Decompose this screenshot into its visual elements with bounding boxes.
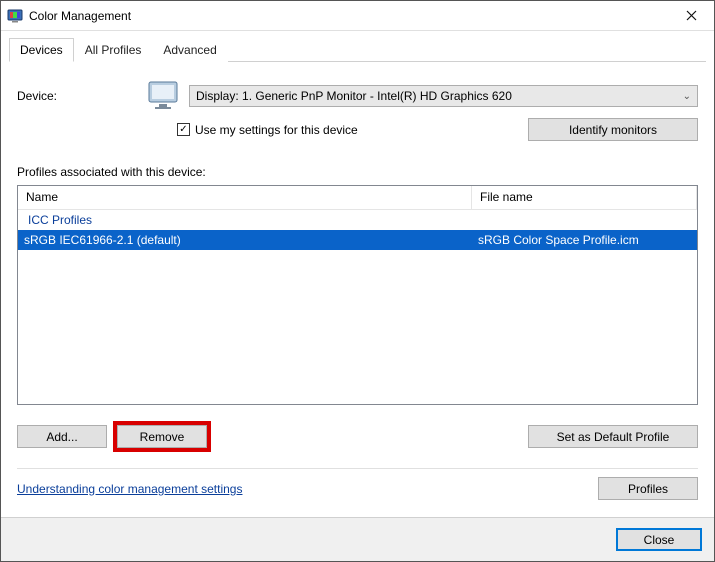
column-header-name[interactable]: Name (18, 186, 472, 209)
window-title: Color Management (29, 9, 668, 23)
close-icon[interactable] (668, 1, 714, 31)
profiles-listview[interactable]: Name File name ICC Profiles sRGB IEC6196… (17, 185, 698, 405)
tab-devices[interactable]: Devices (9, 38, 74, 62)
add-button[interactable]: Add... (17, 425, 107, 448)
set-default-profile-button[interactable]: Set as Default Profile (528, 425, 698, 448)
device-dropdown[interactable]: Display: 1. Generic PnP Monitor - Intel(… (189, 85, 698, 107)
monitor-icon (147, 80, 183, 112)
device-label: Device: (17, 89, 147, 103)
device-options-row: ✓ Use my settings for this device Identi… (17, 118, 698, 141)
chevron-down-icon: ⌄ (683, 91, 691, 102)
profiles-button[interactable]: Profiles (598, 477, 698, 500)
tabs-container: Devices All Profiles Advanced (1, 31, 714, 62)
remove-button[interactable]: Remove (117, 425, 207, 448)
dialog-footer: Close (1, 517, 714, 561)
use-my-settings-label: Use my settings for this device (195, 123, 358, 137)
app-icon (7, 8, 23, 24)
listview-header: Name File name (18, 186, 697, 210)
listview-group-icc: ICC Profiles (18, 210, 697, 230)
column-header-filename[interactable]: File name (472, 186, 697, 209)
profile-row[interactable]: sRGB IEC61966-2.1 (default) sRGB Color S… (18, 230, 697, 250)
color-management-window: Color Management Devices All Profiles Ad… (0, 0, 715, 562)
checkbox-icon: ✓ (177, 123, 190, 136)
tabs: Devices All Profiles Advanced (9, 37, 706, 62)
profile-filename: sRGB Color Space Profile.icm (472, 233, 697, 247)
close-button[interactable]: Close (616, 528, 702, 551)
profile-buttons-row: Add... Remove Set as Default Profile (17, 421, 698, 452)
tab-advanced[interactable]: Advanced (152, 38, 227, 62)
device-dropdown-value: Display: 1. Generic PnP Monitor - Intel(… (196, 89, 512, 103)
divider (17, 468, 698, 469)
bottom-row: Understanding color management settings … (17, 477, 698, 500)
tab-all-profiles[interactable]: All Profiles (74, 38, 153, 62)
understanding-link[interactable]: Understanding color management settings (17, 482, 242, 496)
remove-button-highlight: Remove (113, 421, 211, 452)
profile-name: sRGB IEC61966-2.1 (default) (18, 233, 472, 247)
tab-content-devices: Device: Display: 1. Generic PnP Monitor … (1, 62, 714, 517)
titlebar: Color Management (1, 1, 714, 31)
identify-monitors-button[interactable]: Identify monitors (528, 118, 698, 141)
profiles-associated-label: Profiles associated with this device: (17, 165, 698, 179)
device-row: Device: Display: 1. Generic PnP Monitor … (17, 80, 698, 112)
use-my-settings-checkbox[interactable]: ✓ Use my settings for this device (177, 123, 528, 137)
